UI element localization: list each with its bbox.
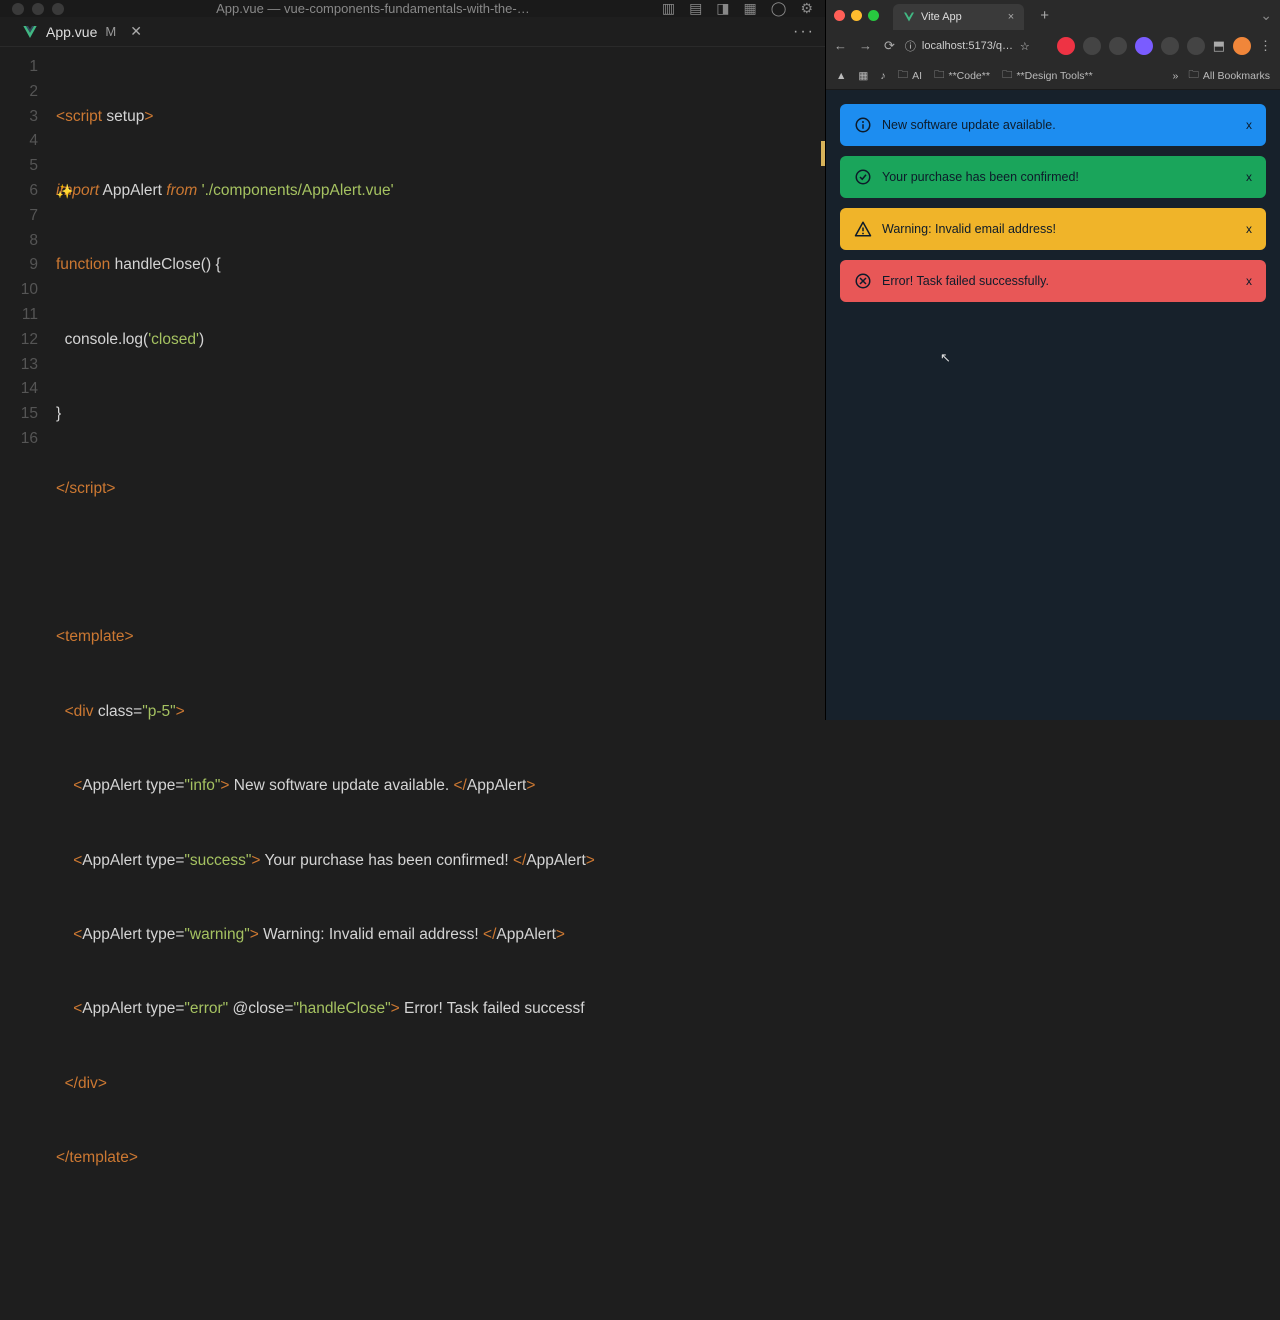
alert-close-button[interactable]: x [1246,170,1252,184]
bookmark-folder[interactable]: 🗀**Code** [934,67,990,85]
alert-info: New software update available. x [840,104,1266,146]
alert-warning: Warning: Invalid email address! x [840,208,1266,250]
tab-overflow-menu[interactable]: ··· [793,23,815,41]
error-circle-icon [854,272,872,290]
new-tab-button[interactable]: + [1040,7,1049,24]
close-window-dot[interactable] [12,3,24,15]
bookmark-folder[interactable]: 🗀AI [898,67,922,85]
extension-icon[interactable] [1161,37,1179,55]
gear-icon[interactable]: ⚙ [800,0,813,17]
bookmark-folder[interactable]: 🗀**Design Tools** [1002,67,1093,85]
minimize-window-dot[interactable] [851,10,862,21]
browser-tab[interactable]: Vite App × [893,4,1024,30]
alert-success: Your purchase has been confirmed! x [840,156,1266,198]
alert-message: Your purchase has been confirmed! [882,170,1236,184]
check-circle-icon [854,168,872,186]
vue-logo-icon [22,24,38,40]
browser-tab-title: Vite App [921,11,962,23]
line-gutter: 12 34 56 78 910 1112 1314 1516 [0,55,56,1320]
all-bookmarks-button[interactable]: 🗀 All Bookmarks [1188,67,1270,85]
panel-icon[interactable]: ▦ [744,0,757,17]
alert-close-button[interactable]: x [1246,274,1252,288]
bookmark-item[interactable]: ♪ [880,70,885,82]
tab-filename: App.vue [46,24,97,40]
bookmarks-bar: ▲ ▦ ♪ 🗀AI 🗀**Code** 🗀**Design Tools** » … [826,62,1280,90]
minimize-window-dot[interactable] [32,3,44,15]
mac-traffic-lights[interactable] [12,3,64,15]
star-icon[interactable]: ☆ [1020,40,1030,53]
zoom-window-dot[interactable] [52,3,64,15]
address-bar[interactable]: ⓘ localhost:5173/qui… ☆ [905,38,1030,54]
code-editor[interactable]: 12 34 56 78 910 1112 1314 1516 <script s… [0,47,825,1320]
url-text: localhost:5173/qui… [922,40,1014,52]
alert-message: Error! Task failed successfully. [882,274,1236,288]
extension-icon[interactable] [1135,37,1153,55]
browser-tabstrip: Vite App × + ⌄ [826,0,1280,30]
browser-traffic-lights[interactable] [834,10,879,21]
code-content[interactable]: <script setup> import AppAlert from './c… [56,55,825,1320]
alert-message: Warning: Invalid email address! [882,222,1236,236]
page-content: New software update available. x Your pu… [826,90,1280,720]
menu-icon[interactable]: ⋮ [1259,38,1272,54]
site-info-icon[interactable]: ⓘ [905,38,916,54]
vite-icon [903,11,915,23]
info-icon [854,116,872,134]
change-marker [821,141,825,166]
reload-button[interactable]: ⟳ [884,38,895,54]
editor-title-actions: ▥ ▤ ◨ ▦ ◯ ⚙ [662,0,813,17]
forward-button[interactable]: → [859,38,872,54]
extension-icon[interactable] [1109,37,1127,55]
sparkle-icon: ✨ [56,179,73,204]
bookmark-item[interactable]: ▦ [858,70,868,82]
file-tab-app-vue[interactable]: App.vue M ✕ [10,17,154,46]
tab-close-button[interactable]: ✕ [130,23,142,40]
toolbar-right: ⬒ ⋮ [1057,37,1272,55]
editor-pane: App.vue — vue-components-fundamentals-wi… [0,0,825,720]
profile-avatar-icon[interactable] [1233,37,1251,55]
zoom-window-dot[interactable] [868,10,879,21]
layout-bottom-icon[interactable]: ▤ [689,0,702,17]
mouse-cursor-icon: ↖ [940,350,951,366]
editor-tabs: App.vue M ✕ ··· [0,17,825,47]
browser-pane: Vite App × + ⌄ ← → ⟳ ⓘ localhost:5173/qu… [825,0,1280,720]
tab-overflow-icon[interactable]: ⌄ [1260,7,1272,24]
extension-icon[interactable] [1057,37,1075,55]
extension-icon[interactable] [1187,37,1205,55]
browser-tab-close[interactable]: × [1008,11,1014,23]
layout-left-icon[interactable]: ▥ [662,0,675,17]
alert-close-button[interactable]: x [1246,118,1252,132]
bookmark-item[interactable]: ▲ [836,70,846,82]
warning-triangle-icon [854,220,872,238]
browser-toolbar: ← → ⟳ ⓘ localhost:5173/qui… ☆ ⬒ ⋮ [826,30,1280,62]
alert-error: Error! Task failed successfully. x [840,260,1266,302]
panel-toggle-icon[interactable]: ⬒ [1213,38,1225,54]
back-button[interactable]: ← [834,38,847,54]
alert-message: New software update available. [882,118,1236,132]
close-window-dot[interactable] [834,10,845,21]
window-title: App.vue — vue-components-fundamentals-wi… [84,1,662,16]
layout-right-icon[interactable]: ◨ [716,0,729,17]
tab-modified-indicator: M [105,24,116,39]
extension-icon[interactable] [1083,37,1101,55]
editor-titlebar: App.vue — vue-components-fundamentals-wi… [0,0,825,17]
bookmarks-overflow[interactable]: » [1173,70,1179,82]
nav-controls: ← → ⟳ [834,38,895,54]
account-icon[interactable]: ◯ [771,0,787,17]
alert-close-button[interactable]: x [1246,222,1252,236]
